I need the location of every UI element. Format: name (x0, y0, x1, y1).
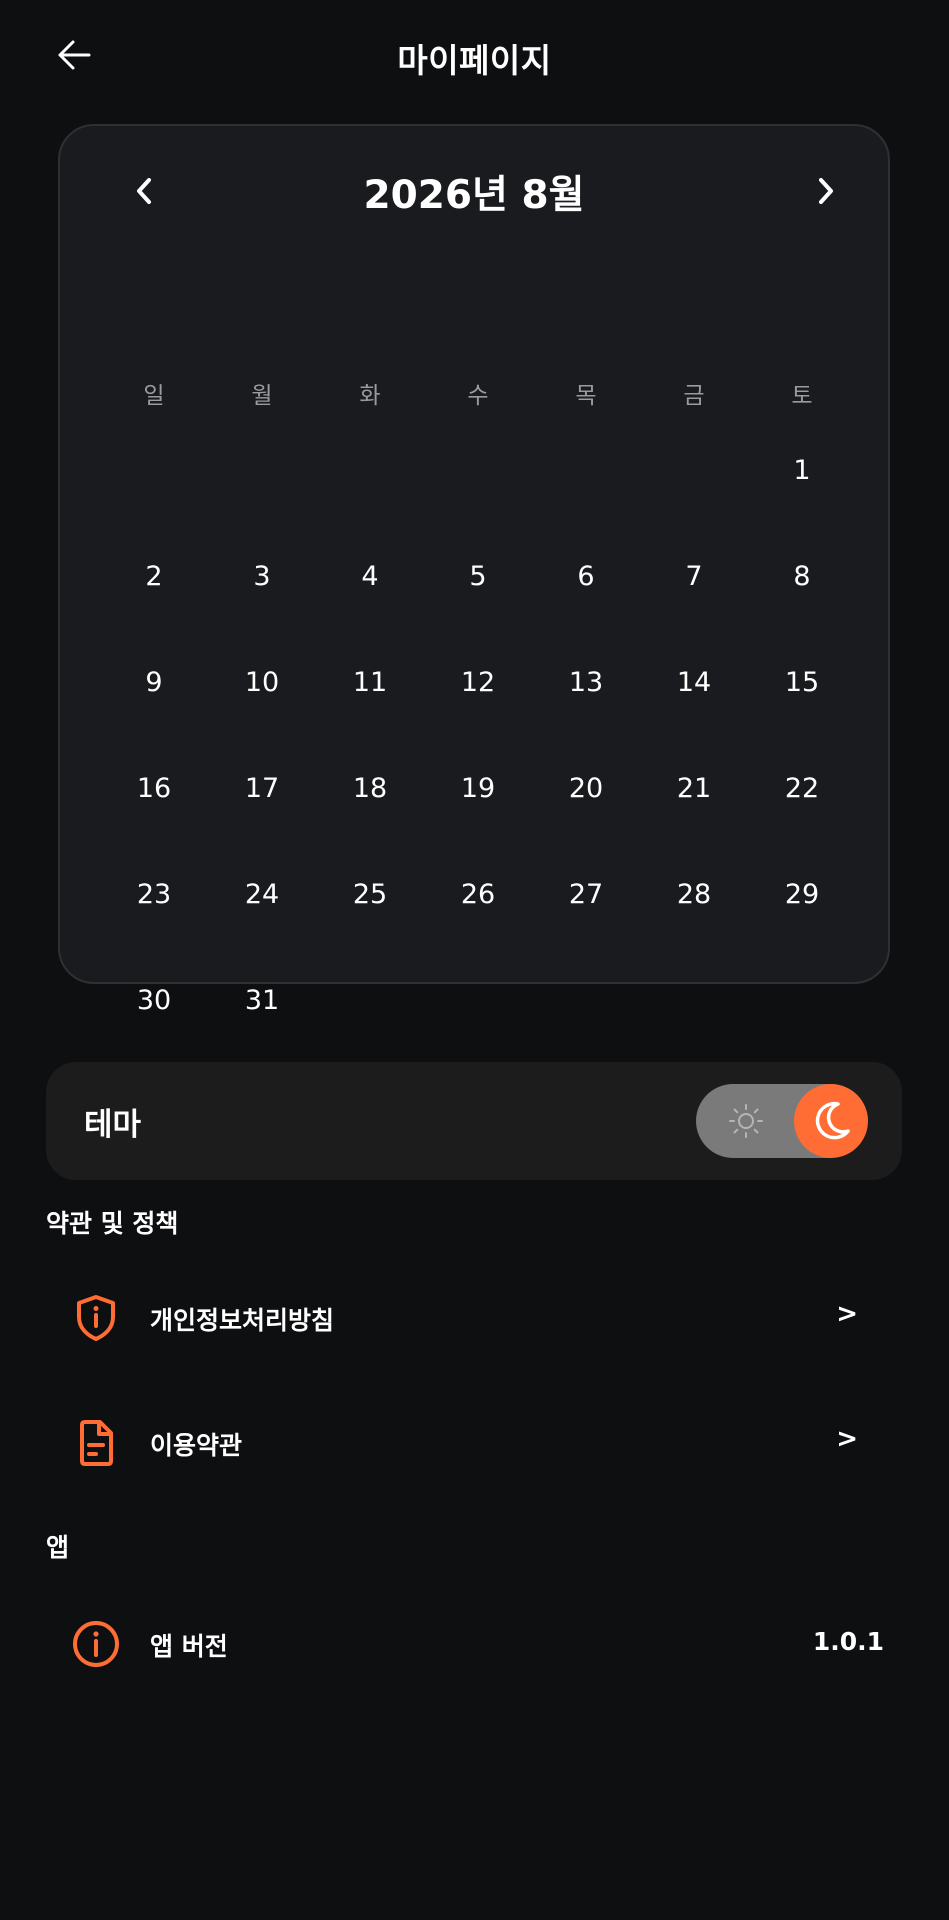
weekday-label: 화 (359, 383, 381, 409)
calendar-day[interactable]: 19 (424, 764, 532, 870)
calendar-month-title: 2026년 8월 (363, 173, 585, 218)
calendar-day[interactable]: 25 (316, 870, 424, 976)
calendar-day[interactable]: 27 (532, 870, 640, 976)
chevron-right-icon (819, 178, 833, 204)
calendar-day[interactable]: 2 (100, 552, 208, 658)
calendar-day[interactable]: 18 (316, 764, 424, 870)
my-page-screen: 마이페이지 2026년 8월 일월화수목금토 1 2 3 4 5 6 7 8 9 10 11 12 13… (0, 0, 949, 1920)
calendar-day[interactable]: 11 (316, 658, 424, 764)
calendar-day[interactable]: 22 (748, 764, 856, 870)
calendar-days-grid: 1 2 3 4 5 6 7 8 9 10 11 12 13 14 15 16 17 18 19 20 21 22 23 24 2… (100, 446, 856, 1082)
weekday-header: 일월화수목금토 (100, 376, 856, 416)
calendar-day[interactable]: 20 (532, 764, 640, 870)
app-section-title: 앱 (46, 1533, 70, 1562)
calendar-day[interactable]: 23 (100, 870, 208, 976)
calendar-day[interactable]: 29 (748, 870, 856, 976)
calendar-day[interactable]: 10 (208, 658, 316, 764)
calendar-day[interactable]: 3 (208, 552, 316, 658)
terms-of-use-row[interactable]: 이용약관 > (46, 1393, 902, 1493)
calendar-empty-cell (640, 446, 748, 552)
calendar-day[interactable]: 1 (748, 446, 856, 552)
calendar-day[interactable]: 12 (424, 658, 532, 764)
calendar-day[interactable]: 4 (316, 552, 424, 658)
weekday-label: 월 (251, 383, 273, 409)
calendar-day[interactable]: 7 (640, 552, 748, 658)
calendar-day[interactable]: 6 (532, 552, 640, 658)
calendar-empty-cell (208, 446, 316, 552)
calendar-card: 2026년 8월 일월화수목금토 1 2 3 4 5 6 7 8 9 10 11 12 13 14 15 16… (58, 124, 890, 1016)
theme-toggle[interactable] (696, 1084, 868, 1158)
calendar-day[interactable]: 13 (532, 658, 640, 764)
weekday-label: 목 (575, 383, 597, 409)
calendar-day[interactable]: 17 (208, 764, 316, 870)
calendar-day[interactable]: 28 (640, 870, 748, 976)
weekday-label: 일 (143, 383, 165, 409)
sun-icon (729, 1104, 763, 1138)
weekday-label: 토 (791, 383, 813, 409)
calendar-day[interactable]: 21 (640, 764, 748, 870)
calendar-day[interactable]: 9 (100, 658, 208, 764)
toggle-knob (794, 1084, 868, 1158)
page-title: 마이페이지 (397, 41, 552, 80)
privacy-policy-chevron: > (836, 1299, 858, 1329)
terms-of-use-chevron: > (836, 1424, 858, 1454)
calendar-day[interactable]: 26 (424, 870, 532, 976)
terms-section-title: 약관 및 정책 (46, 1209, 179, 1238)
calendar-empty-cell (424, 446, 532, 552)
app-version-label: 앱 버전 (150, 1632, 228, 1661)
app-version-value: 1.0.1 (812, 1627, 884, 1656)
header: 마이페이지 (0, 0, 949, 112)
moon-icon (815, 1101, 850, 1140)
calendar-day[interactable]: 16 (100, 764, 208, 870)
calendar-empty-cell (316, 446, 424, 552)
terms-of-use-label: 이용약관 (150, 1431, 243, 1460)
calendar-day[interactable]: 24 (208, 870, 316, 976)
theme-label: 테마 (84, 1107, 142, 1143)
privacy-policy-row[interactable]: 개인정보처리방침 > (46, 1268, 902, 1368)
calendar-empty-cell (532, 446, 640, 552)
info-icon (72, 1620, 120, 1668)
calendar-day[interactable]: 15 (748, 658, 856, 764)
shield-info-icon (72, 1294, 120, 1342)
privacy-policy-label: 개인정보처리방침 (150, 1306, 335, 1335)
calendar-day[interactable]: 5 (424, 552, 532, 658)
weekday-label: 금 (683, 383, 705, 409)
calendar-day[interactable]: 8 (748, 552, 856, 658)
next-month-button[interactable] (800, 166, 850, 216)
calendar-empty-cell (100, 446, 208, 552)
document-icon (72, 1419, 120, 1467)
weekday-label: 수 (467, 383, 489, 409)
theme-card: 테마 (46, 1062, 902, 1180)
app-version-row: 앱 버전 1.0.1 (46, 1594, 902, 1694)
calendar-day[interactable]: 14 (640, 658, 748, 764)
